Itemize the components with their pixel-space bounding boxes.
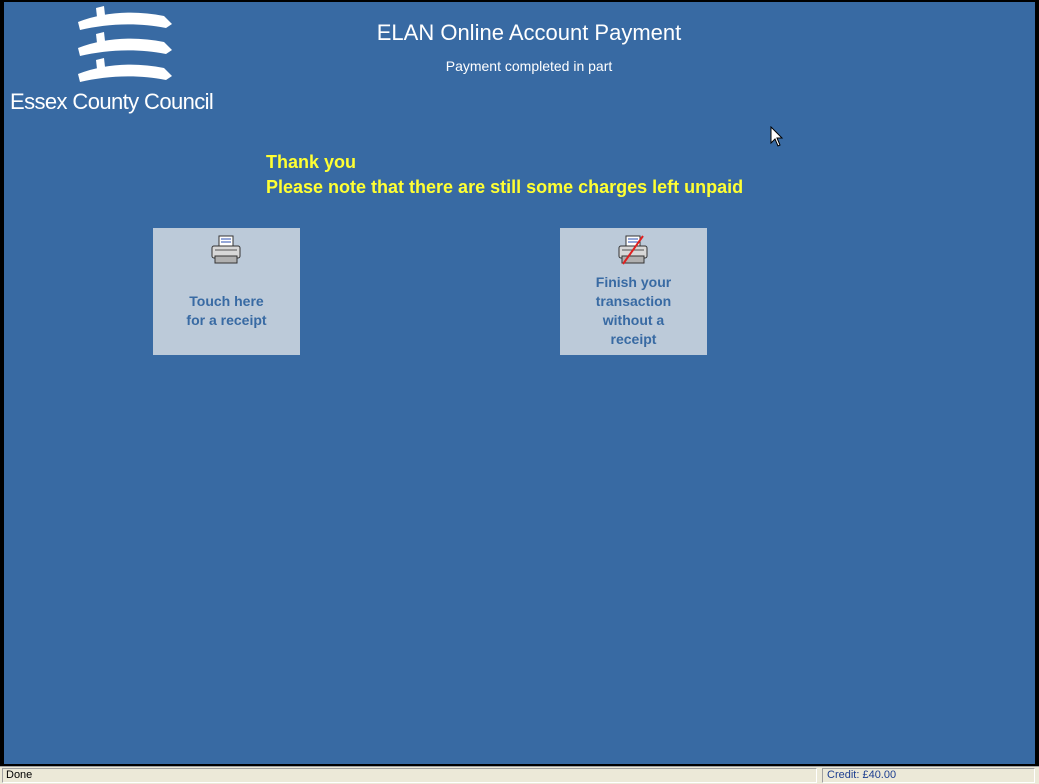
credit-balance: Credit: £40.00 — [822, 768, 1035, 783]
status-text: Done — [2, 768, 817, 783]
status-bar: Done Credit: £40.00 — [0, 766, 1039, 784]
three-seaxes-icon — [78, 6, 172, 82]
printer-crossed-icon — [618, 235, 648, 265]
unpaid-charges-message: Please note that there are still some ch… — [266, 177, 744, 197]
council-logo: Essex County Council — [8, 2, 243, 122]
browser-frame: Essex County Council ELAN Online Account… — [0, 0, 1039, 766]
page-title: ELAN Online Account Payment — [376, 20, 682, 45]
receipt-button-label: Touch here for a receipt — [186, 293, 267, 328]
council-name: Essex County Council — [10, 89, 214, 114]
no-receipt-button[interactable]: Finish your transaction without a receip… — [560, 228, 707, 355]
kiosk-page: Essex County Council ELAN Online Account… — [4, 2, 1035, 764]
thank-you-message: Thank you — [266, 152, 357, 172]
page-subtitle: Payment completed in part — [445, 58, 613, 74]
mouse-pointer-icon — [770, 126, 784, 147]
printer-icon — [211, 235, 241, 264]
no-receipt-button-label: Finish your transaction without a receip… — [595, 274, 672, 347]
receipt-button[interactable]: Touch here for a receipt — [153, 228, 300, 355]
